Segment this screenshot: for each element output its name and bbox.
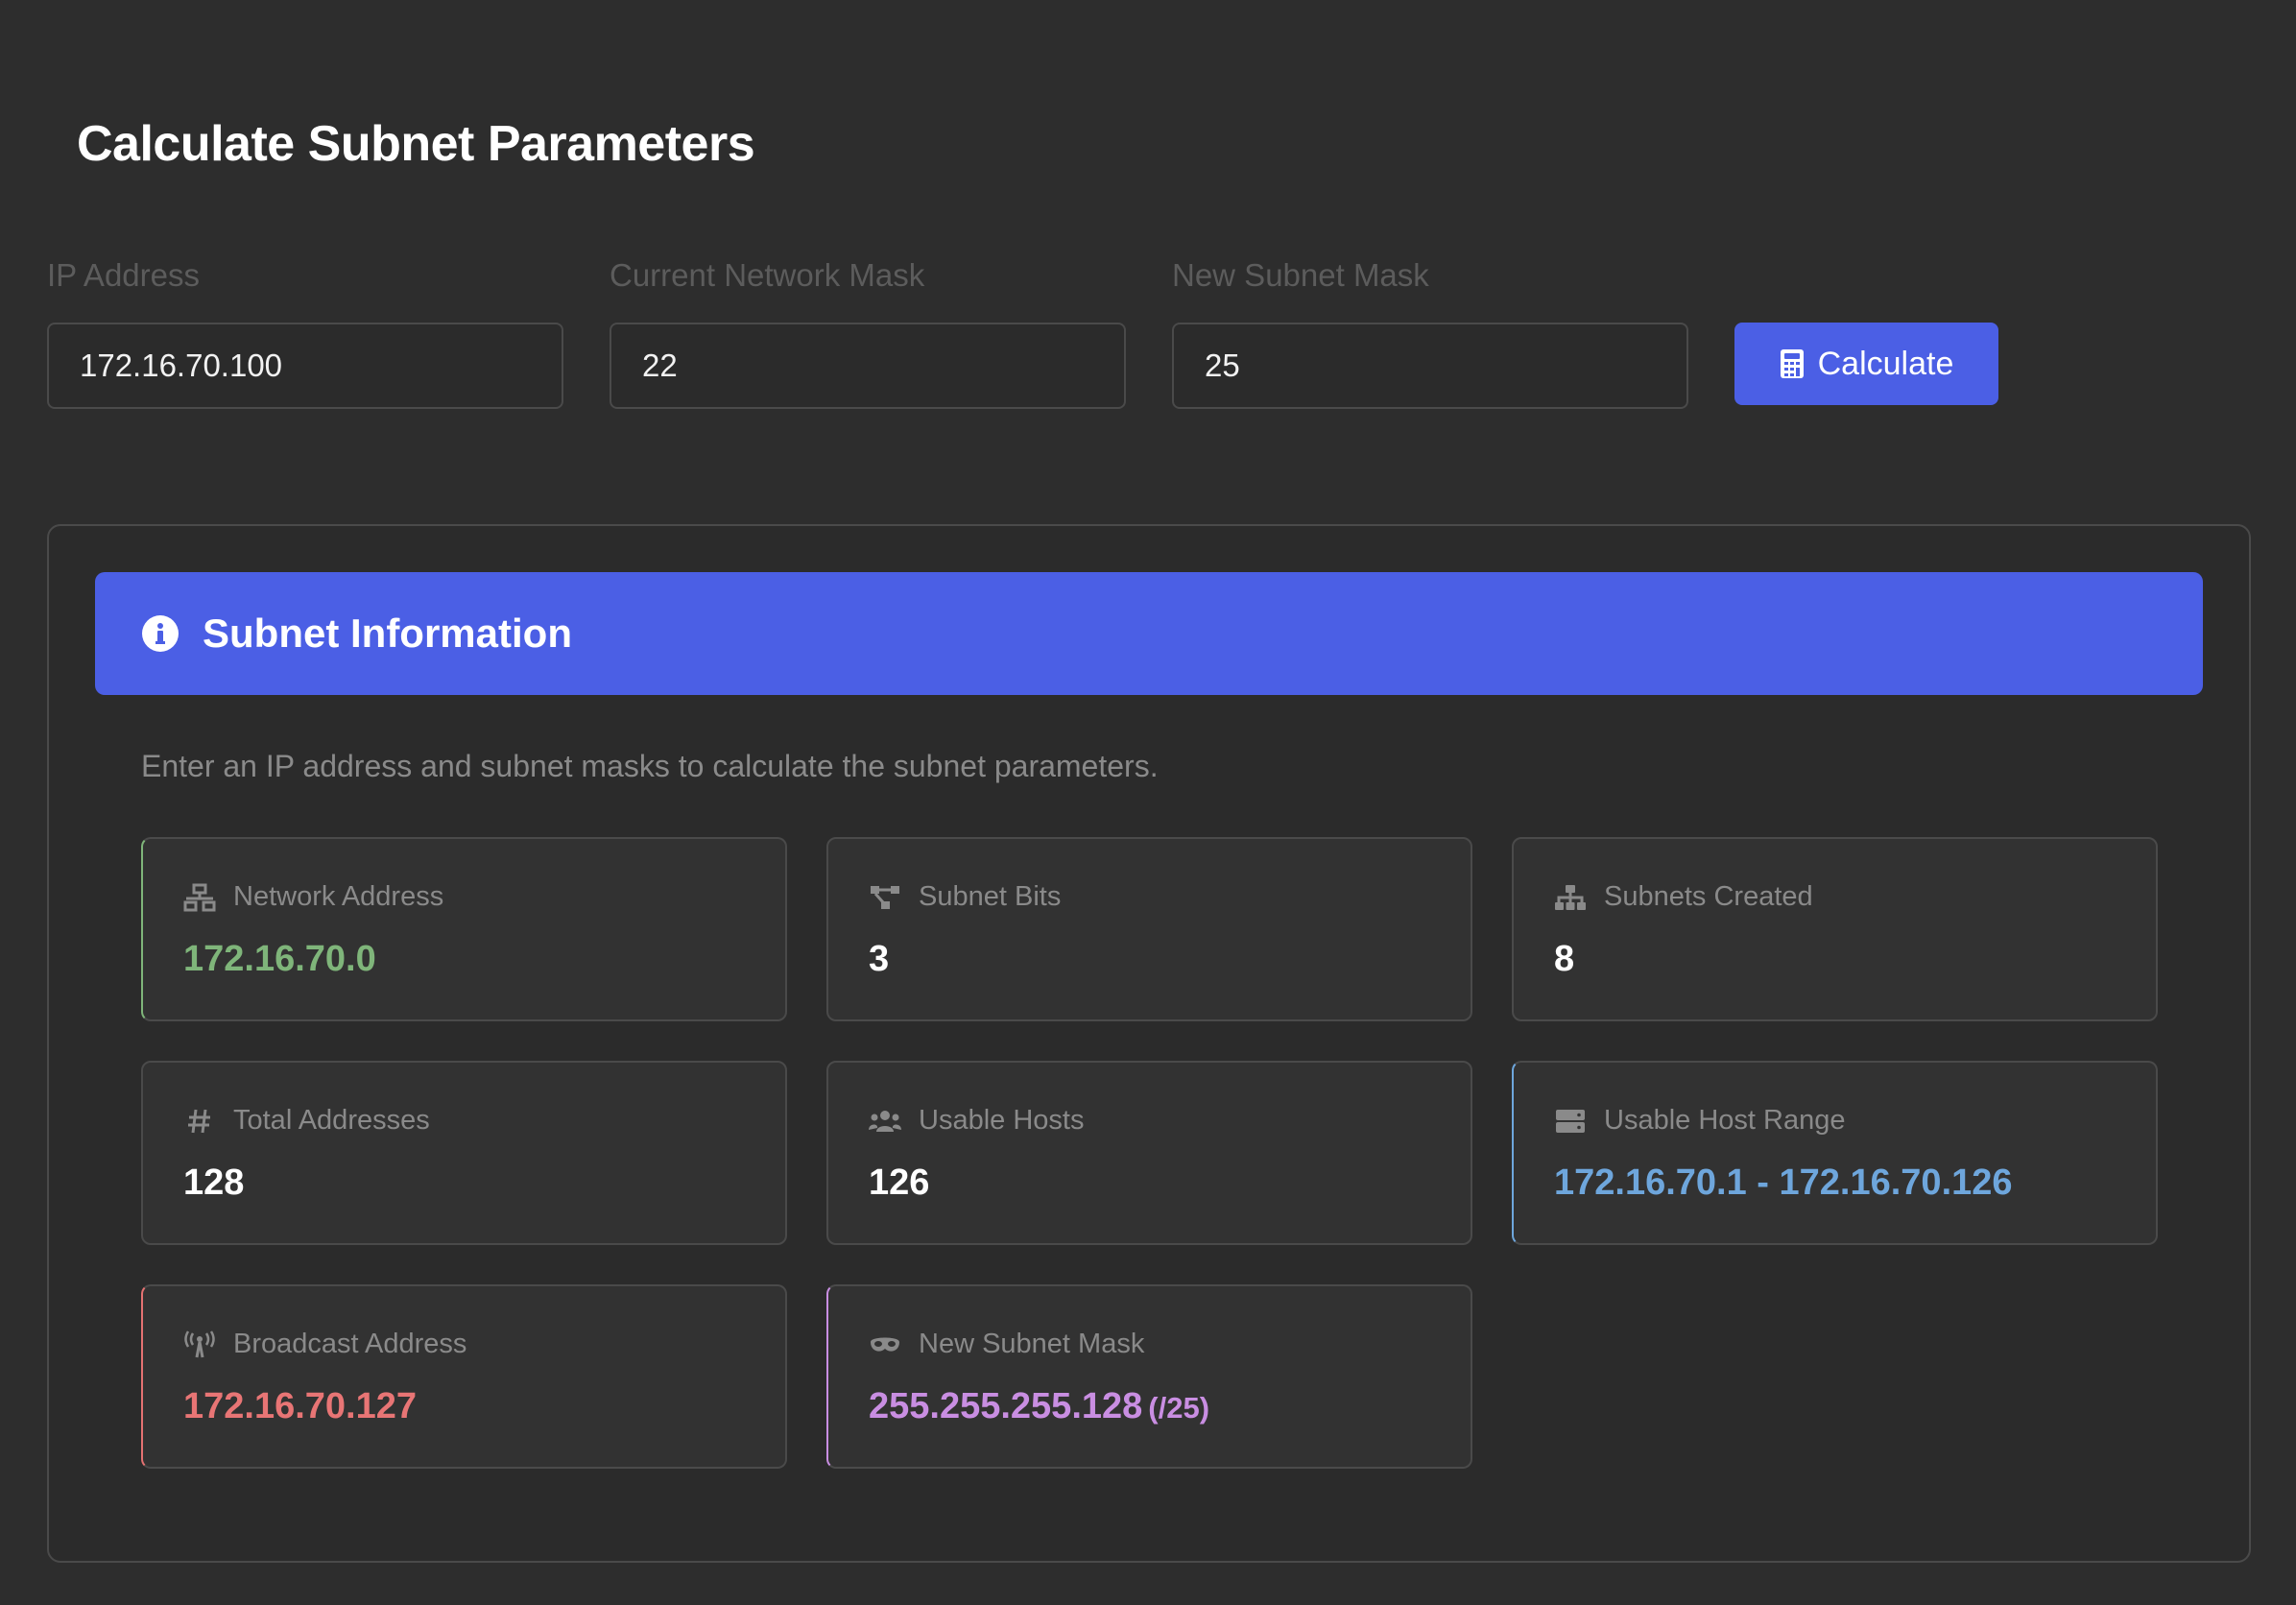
current-network-mask-label: Current Network Mask bbox=[610, 257, 925, 293]
broadcast-address-card: Broadcast Address 172.16.70.127 bbox=[141, 1284, 787, 1469]
calculate-button-label: Calculate bbox=[1817, 345, 1954, 382]
new-subnet-mask-input[interactable] bbox=[1172, 323, 1688, 409]
ip-address-label: IP Address bbox=[47, 257, 200, 293]
usable-host-range-label: Usable Host Range bbox=[1604, 1105, 1846, 1136]
subnet-information-panel: Subnet Information Enter an IP address a… bbox=[47, 524, 2251, 1563]
broadcast-tower-icon bbox=[184, 1330, 215, 1357]
users-icon bbox=[869, 1110, 901, 1132]
current-network-mask-input[interactable] bbox=[610, 323, 1126, 409]
network-address-label: Network Address bbox=[233, 881, 444, 912]
new-subnet-mask-label: New Subnet Mask bbox=[1172, 257, 1429, 293]
subnet-bits-value: 3 bbox=[869, 939, 890, 979]
network-address-value: 172.16.70.0 bbox=[183, 939, 376, 979]
new-subnet-mask-value: 255.255.255.128 bbox=[869, 1386, 1143, 1426]
new-subnet-mask-card: New Subnet Mask 255.255.255.128 (/25) bbox=[826, 1284, 1472, 1469]
subnet-information-title: Subnet Information bbox=[203, 611, 572, 656]
project-diagram-icon bbox=[871, 885, 899, 909]
usable-host-range-card: Usable Host Range 172.16.70.1 - 172.16.7… bbox=[1512, 1061, 2158, 1245]
hashtag-icon bbox=[188, 1109, 210, 1133]
calculator-icon bbox=[1780, 349, 1804, 378]
calculate-button[interactable]: Calculate bbox=[1734, 323, 1998, 405]
ip-address-input[interactable] bbox=[47, 323, 563, 409]
broadcast-address-value: 172.16.70.127 bbox=[183, 1386, 418, 1426]
network-wired-icon bbox=[183, 883, 216, 911]
subnet-information-header: Subnet Information bbox=[95, 572, 2203, 695]
usable-hosts-value: 126 bbox=[869, 1162, 930, 1203]
broadcast-address-label: Broadcast Address bbox=[233, 1329, 467, 1359]
total-addresses-value: 128 bbox=[183, 1162, 245, 1203]
new-subnet-mask-value-row: 255.255.255.128 (/25) bbox=[869, 1386, 1209, 1427]
server-icon bbox=[1556, 1109, 1585, 1133]
mask-icon bbox=[871, 1337, 899, 1352]
subnets-created-label: Subnets Created bbox=[1604, 881, 1813, 912]
total-addresses-label: Total Addresses bbox=[233, 1105, 430, 1136]
network-address-card: Network Address 172.16.70.0 bbox=[141, 837, 787, 1021]
new-subnet-mask-cidr: (/25) bbox=[1148, 1391, 1210, 1425]
subnet-bits-card: Subnet Bits 3 bbox=[826, 837, 1472, 1021]
info-circle-icon bbox=[142, 615, 179, 652]
subnets-created-value: 8 bbox=[1554, 939, 1575, 979]
usable-hosts-card: Usable Hosts 126 bbox=[826, 1061, 1472, 1245]
new-subnet-mask-card-label: New Subnet Mask bbox=[919, 1329, 1145, 1359]
total-addresses-card: Total Addresses 128 bbox=[141, 1061, 787, 1245]
subnets-created-card: Subnets Created 8 bbox=[1512, 837, 2158, 1021]
results-description: Enter an IP address and subnet masks to … bbox=[141, 749, 1159, 783]
usable-hosts-label: Usable Hosts bbox=[919, 1105, 1085, 1136]
subnet-calculator-page: Calculate Subnet Parameters IP Address C… bbox=[0, 0, 2296, 1605]
page-title: Calculate Subnet Parameters bbox=[77, 116, 755, 172]
usable-host-range-value: 172.16.70.1 - 172.16.70.126 bbox=[1554, 1162, 2013, 1203]
subnet-bits-label: Subnet Bits bbox=[919, 881, 1062, 912]
sitemap-icon bbox=[1555, 884, 1586, 910]
